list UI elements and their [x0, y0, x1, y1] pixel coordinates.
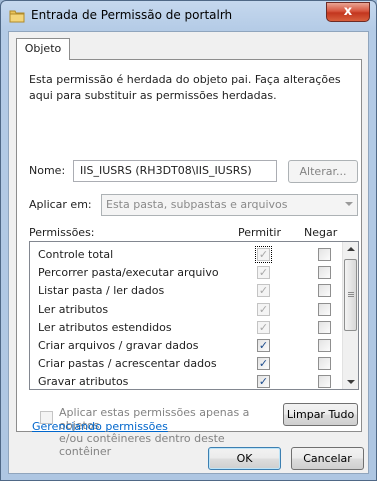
deny-checkbox[interactable] [318, 375, 331, 389]
change-button[interactable]: Alterar... [288, 160, 358, 183]
name-field[interactable]: IIS_IUSRS (RH3DT08\IIS_IUSRS) [73, 160, 277, 182]
permission-entry-dialog: Entrada de Permissão de portalrh x Objet… [0, 0, 377, 481]
grip-line [348, 296, 354, 297]
permission-name: Listar pasta / ler dados [38, 284, 165, 298]
deny-checkbox[interactable] [318, 248, 331, 261]
permission-name: Percorrer pasta/executar arquivo [38, 266, 219, 280]
allow-checkbox[interactable]: ✓ [257, 339, 270, 352]
window-title: Entrada de Permissão de portalrh [31, 8, 233, 22]
permission-row[interactable]: Gravar atributos ✓ [30, 373, 344, 389]
deny-checkbox[interactable] [318, 357, 331, 371]
allow-checkbox[interactable]: ✓ [257, 320, 270, 334]
scroll-up-icon[interactable] [347, 247, 355, 251]
apply-to-label: Aplicar em: [29, 198, 92, 211]
cancel-button[interactable]: Cancelar [291, 447, 364, 470]
dialog-body: Objeto Esta permissão é herdada do objet… [8, 31, 369, 474]
allow-checkbox[interactable]: ✓ [257, 375, 270, 389]
scroll-down-icon[interactable] [347, 380, 355, 384]
close-button[interactable]: x [326, 2, 370, 22]
permission-row[interactable]: Criar pastas / acrescentar dados ✓ [30, 355, 344, 373]
name-label: Nome: [29, 164, 66, 177]
chevron-down-icon [345, 202, 353, 206]
apply-to-select[interactable]: Esta pasta, subpastas e arquivos [101, 194, 358, 216]
permission-row[interactable]: Controle total ✓ [30, 246, 344, 264]
permission-name: Criar pastas / acrescentar dados [38, 357, 217, 371]
permission-row[interactable]: Listar pasta / ler dados ✓ [30, 282, 344, 300]
ok-button[interactable]: OK [208, 447, 281, 470]
permissions-list[interactable]: Controle total ✓ Percorrer pasta/executar … [29, 241, 359, 390]
deny-column-header: Negar [304, 226, 338, 239]
permission-row[interactable]: Criar arquivos / gravar dados ✓ [30, 337, 344, 355]
permission-name: Ler atributos [38, 302, 109, 316]
allow-checkbox[interactable]: ✓ [257, 357, 270, 371]
permission-name: Ler atributos estendidos [38, 320, 172, 334]
permission-row[interactable]: Ler atributos estendidos ✓ [30, 319, 344, 337]
deny-checkbox[interactable] [318, 339, 331, 352]
title-bar[interactable]: Entrada de Permissão de portalrh x [1, 1, 376, 31]
allow-checkbox[interactable]: ✓ [257, 284, 270, 298]
permission-row[interactable]: Percorrer pasta/executar arquivo ✓ [30, 264, 344, 282]
manage-permissions-link[interactable]: Gerenciando permissões [32, 420, 168, 433]
clear-all-button[interactable]: Limpar Tudo [283, 403, 358, 426]
allow-checkbox[interactable]: ✓ [255, 246, 272, 263]
allow-checkbox[interactable]: ✓ [257, 302, 270, 316]
allow-checkbox[interactable]: ✓ [257, 266, 270, 280]
tab-objeto[interactable]: Objeto [16, 38, 70, 60]
permission-name: Controle total [38, 248, 114, 261]
deny-checkbox[interactable] [318, 284, 331, 298]
grip-line [348, 294, 354, 295]
permission-name: Criar arquivos / gravar dados [38, 339, 199, 352]
close-icon: x [343, 4, 353, 19]
permission-row[interactable]: Ler atributos ✓ [30, 301, 344, 319]
deny-checkbox[interactable] [318, 266, 331, 280]
permissions-label: Permissões: [29, 226, 95, 239]
permission-name: Gravar atributos [38, 375, 129, 389]
scroll-thumb[interactable] [344, 259, 357, 331]
folder-icon [9, 10, 25, 23]
inheritance-description: Esta permissão é herdada do objeto pai. … [29, 73, 341, 102]
tab-panel: Esta permissão é herdada do objeto pai. … [16, 59, 362, 458]
deny-checkbox[interactable] [318, 302, 331, 316]
grip-line [348, 292, 354, 293]
apply-to-value: Esta pasta, subpastas e arquivos [106, 198, 288, 211]
deny-checkbox[interactable] [318, 320, 331, 334]
permissions-scrollbar[interactable] [342, 242, 358, 389]
allow-column-header: Permitir [238, 226, 282, 239]
